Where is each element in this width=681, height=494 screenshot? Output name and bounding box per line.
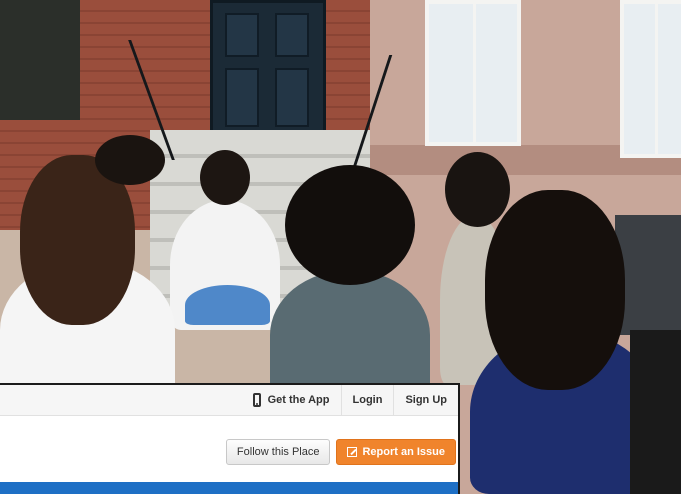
- edit-icon: [347, 447, 358, 457]
- get-app-link[interactable]: Get the App: [242, 385, 341, 415]
- phone-icon: [252, 393, 261, 407]
- report-issue-button[interactable]: Report an Issue: [336, 439, 456, 465]
- signup-link[interactable]: Sign Up: [393, 385, 458, 415]
- follow-place-button[interactable]: Follow this Place: [225, 439, 331, 465]
- place-widget: Get the App Login Sign Up Follow this Pl…: [0, 383, 460, 494]
- login-link[interactable]: Login: [340, 385, 394, 415]
- report-issue-label: Report an Issue: [362, 446, 445, 458]
- top-navigation-bar: Get the App Login Sign Up: [0, 385, 458, 416]
- blue-header-bar: [0, 482, 458, 494]
- place-actions: Follow this Place Report an Issue: [225, 439, 456, 465]
- get-app-label: Get the App: [267, 394, 330, 406]
